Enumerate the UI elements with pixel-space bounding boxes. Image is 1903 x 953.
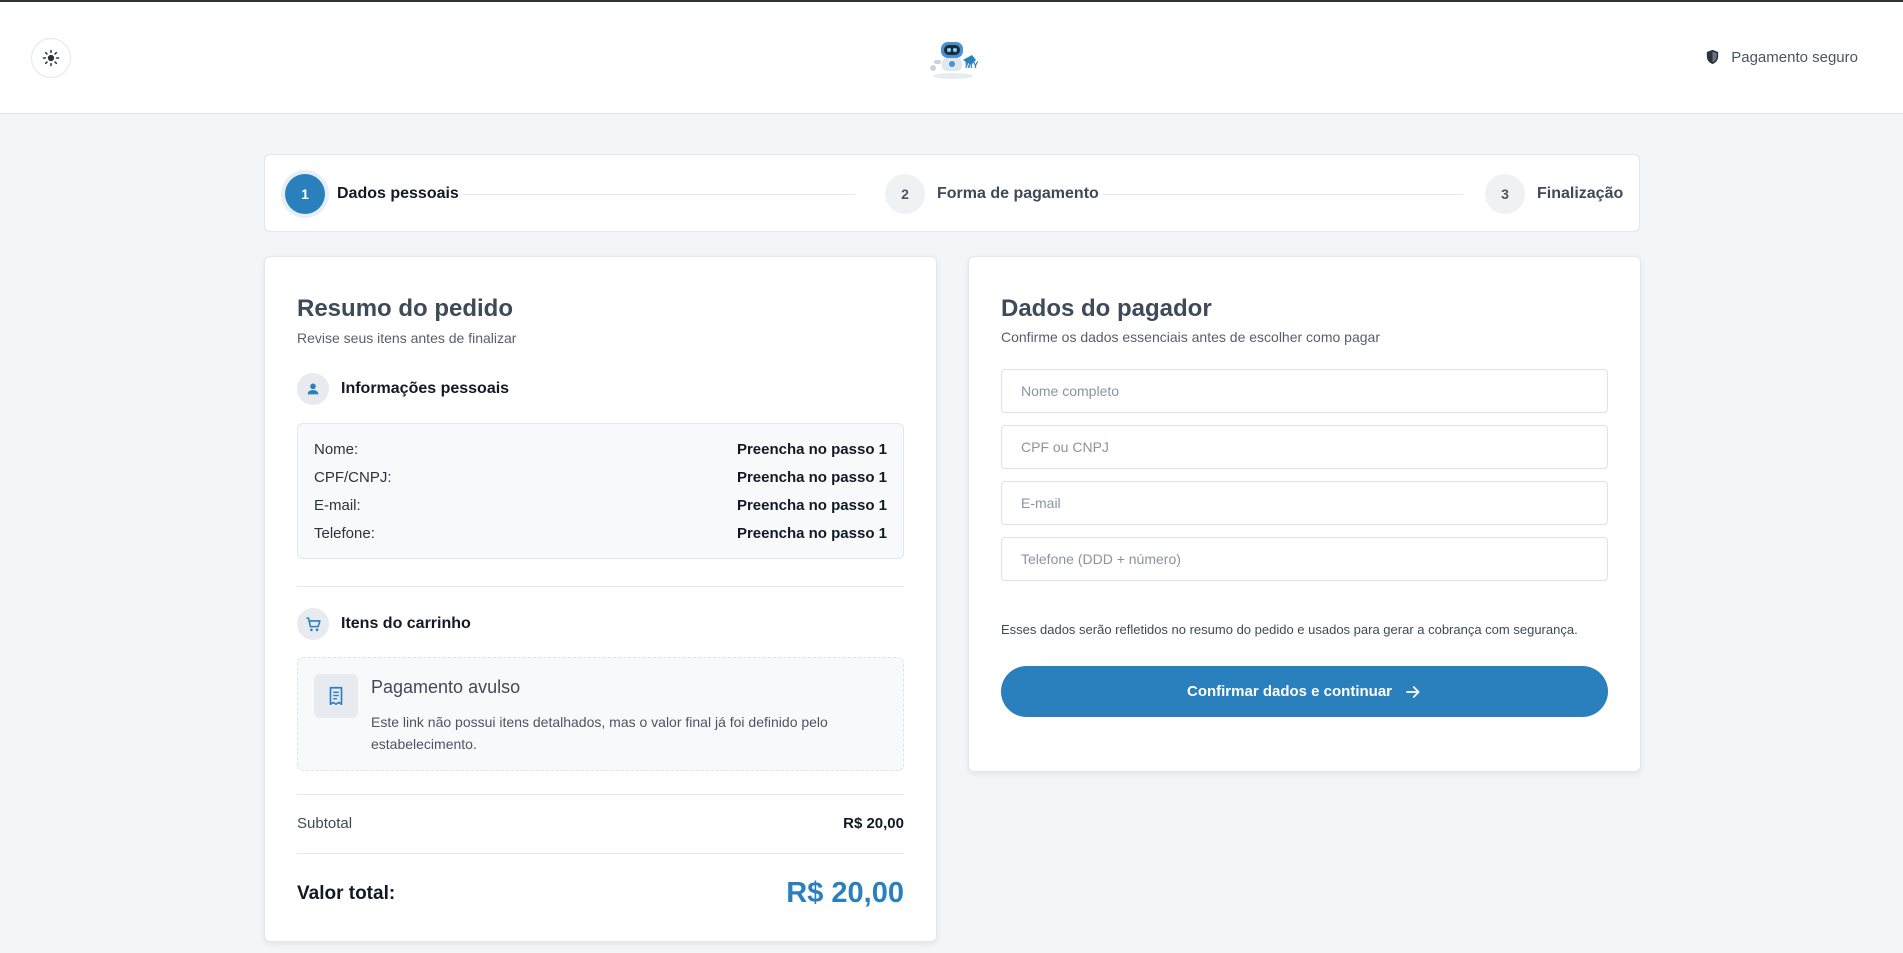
payer-data-card: Dados do pagador Confirme os dados essen… [968, 256, 1641, 772]
step-number: 2 [885, 174, 925, 214]
cart-title: Itens do carrinho [341, 615, 471, 632]
secure-payment-label: Pagamento seguro [1731, 48, 1858, 66]
cart-item-title: Pagamento avulso [371, 677, 521, 697]
full-name-input[interactable] [1001, 369, 1608, 413]
step-connector [1103, 194, 1463, 195]
confirm-continue-button[interactable]: Confirmar dados e continuar [1001, 666, 1608, 717]
phone-input[interactable] [1001, 537, 1608, 581]
info-value: Preencha no passo 1 [736, 497, 887, 514]
order-summary-card: Resumo do pedido Revise seus itens antes… [264, 256, 937, 942]
info-key: Telefone: [314, 525, 375, 542]
section-divider [297, 794, 904, 795]
robot-logo: MY [930, 42, 979, 79]
checkout-stepper: 1 Dados pessoais 2 Forma de pagamento 3 … [264, 154, 1640, 232]
cart-item-description: Este link não possui itens detalhados, m… [371, 714, 828, 752]
info-value: Preencha no passo 1 [736, 469, 887, 486]
step-label: Dados pessoais [337, 185, 459, 202]
info-key: E-mail: [314, 497, 361, 514]
total-label: Valor total: [297, 882, 396, 904]
arrow-right-icon [1406, 685, 1420, 698]
email-input[interactable] [1001, 481, 1608, 525]
info-row-document: CPF/CNPJ: Preencha no passo 1 [314, 469, 887, 497]
step-payment-method[interactable]: 2 Forma de pagamento [885, 174, 1099, 214]
summary-subtitle: Revise seus itens antes de finalizar [297, 330, 517, 346]
theme-toggle-button[interactable] [31, 38, 71, 78]
cart-icon [297, 608, 329, 640]
payer-title: Dados do pagador [1001, 295, 1212, 322]
shield-icon [1707, 49, 1719, 65]
step-finalization[interactable]: 3 Finalização [1485, 174, 1623, 214]
step-number: 3 [1485, 174, 1525, 214]
cpf-cnpj-input[interactable] [1001, 425, 1608, 469]
personal-info-box: Nome: Preencha no passo 1 CPF/CNPJ: Pree… [297, 423, 904, 559]
step-label: Forma de pagamento [937, 185, 1099, 202]
step-connector [463, 194, 855, 195]
confirm-button-label: Confirmar dados e continuar [1186, 683, 1393, 700]
section-divider [297, 586, 904, 587]
step-number: 1 [285, 174, 325, 214]
cart-header: Itens do carrinho [297, 608, 471, 640]
svg-text:MY: MY [965, 60, 979, 70]
info-value: Preencha no passo 1 [736, 441, 887, 458]
info-key: CPF/CNPJ: [314, 469, 392, 486]
receipt-icon [314, 674, 358, 718]
info-row-name: Nome: Preencha no passo 1 [314, 441, 887, 469]
secure-payment-badge: Pagamento seguro [1704, 48, 1858, 66]
person-icon [297, 373, 329, 405]
personal-info-header: Informações pessoais [297, 373, 509, 405]
app-header: MY Pagamento seguro [0, 2, 1903, 114]
personal-info-title: Informações pessoais [341, 380, 510, 397]
step-label: Finalização [1537, 185, 1624, 202]
cart-item: Pagamento avulso Este link não possui it… [297, 657, 904, 771]
sun-icon [42, 49, 60, 67]
section-divider [297, 853, 904, 854]
step-personal-data[interactable]: 1 Dados pessoais [285, 174, 459, 214]
total-value: R$ 20,00 [786, 877, 904, 909]
total-row: Valor total: R$ 20,00 [297, 877, 904, 910]
subtotal-row: Subtotal R$ 20,00 [297, 815, 904, 832]
subtotal-value: R$ 20,00 [843, 815, 904, 832]
payer-subtitle: Confirme os dados essenciais antes de es… [1001, 329, 1380, 345]
subtotal-label: Subtotal [297, 815, 353, 832]
info-key: Nome: [314, 441, 359, 458]
summary-title: Resumo do pedido [297, 295, 513, 322]
info-row-email: E-mail: Preencha no passo 1 [314, 497, 887, 525]
info-row-phone: Telefone: Preencha no passo 1 [314, 525, 887, 553]
info-value: Preencha no passo 1 [736, 525, 887, 542]
payer-security-note: Esses dados serão refletidos no resumo d… [1001, 622, 1578, 637]
